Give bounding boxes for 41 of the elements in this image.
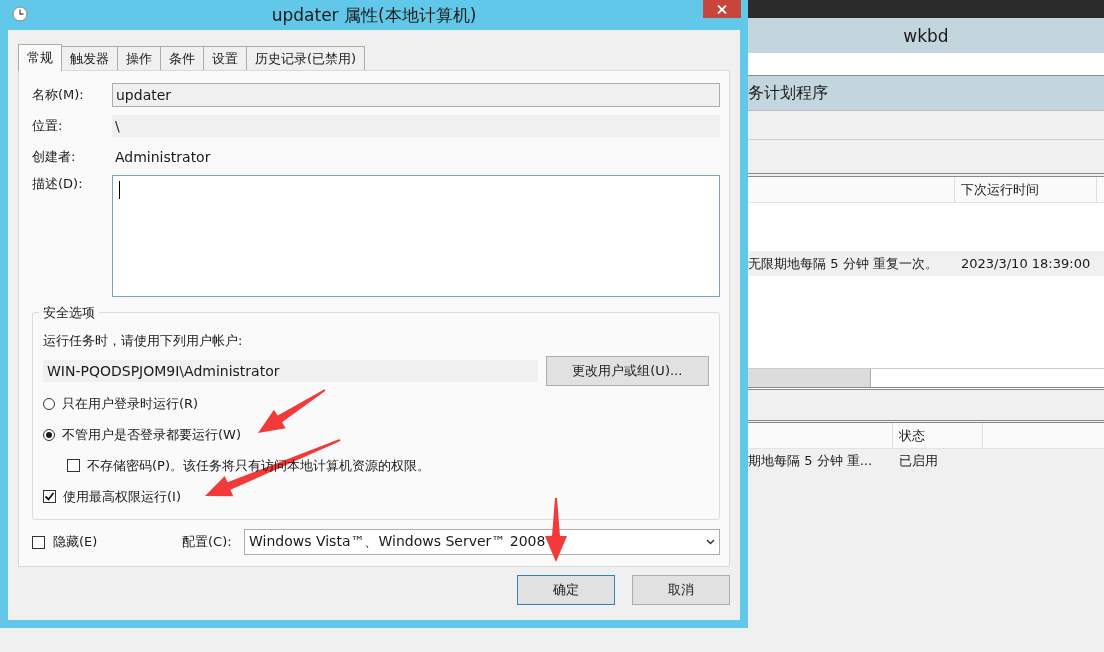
- location-field: \: [112, 114, 720, 137]
- name-field[interactable]: updater: [112, 82, 720, 107]
- account-field: WIN-PQODSPJOM9I\Administrator: [43, 360, 538, 382]
- option-label: 使用最高权限运行(I): [63, 487, 181, 506]
- group-title: 安全选项: [39, 304, 99, 322]
- field-label: 名称(M):: [32, 85, 85, 104]
- cancel-button[interactable]: 取消: [632, 575, 730, 605]
- field-label: 位置:: [32, 116, 64, 135]
- description-field[interactable]: [112, 175, 720, 297]
- table-cell-text: 无限期地每隔 5 分钟 重复一次。: [748, 254, 939, 273]
- clock-icon: [12, 6, 28, 22]
- checkbox[interactable]: [67, 459, 80, 472]
- field-label: 创建者:: [32, 147, 77, 166]
- scrollbar-thumb[interactable]: [748, 369, 871, 387]
- annotation-arrow: [545, 498, 567, 562]
- account-prompt: 运行任务时，请使用下列用户帐户:: [43, 332, 244, 350]
- window-title: updater 属性(本地计算机): [271, 3, 477, 27]
- table-cell-text: 已启用: [898, 452, 939, 470]
- tab[interactable]: 历史记录(已禁用): [246, 46, 366, 70]
- field-label: 配置(C):: [182, 533, 233, 551]
- checkbox[interactable]: [32, 535, 45, 549]
- radio-button[interactable]: [43, 428, 55, 441]
- author-value: Administrator: [114, 148, 212, 165]
- table-cell-text: 期地每隔 5 分钟 重...: [748, 452, 874, 470]
- annotation-arrow: [258, 389, 326, 433]
- checkbox[interactable]: [43, 490, 56, 503]
- table-cell-text: 2023/3/10 18:39:00: [960, 256, 1092, 271]
- section-header: 务计划程序: [748, 82, 828, 104]
- field-label: 描述(D):: [32, 175, 84, 193]
- change-user-button[interactable]: 更改用户或组(U)...: [545, 356, 709, 386]
- option-label: 不管用户是否登录都要运行(W): [62, 425, 241, 444]
- option-label: 只在用户登录时运行(R): [62, 394, 199, 413]
- window-title: wkbd: [903, 25, 949, 46]
- radio-button[interactable]: [43, 397, 55, 410]
- ok-button[interactable]: 确定: [517, 575, 615, 605]
- chevron-down-icon: [706, 539, 715, 545]
- option-label: 隐藏(E): [53, 533, 98, 551]
- tab[interactable]: 常规: [18, 44, 62, 71]
- config-dropdown[interactable]: Windows Vista™、Windows Server™ 2008: [244, 529, 720, 555]
- close-icon: [717, 4, 727, 14]
- close-button[interactable]: [703, 0, 741, 18]
